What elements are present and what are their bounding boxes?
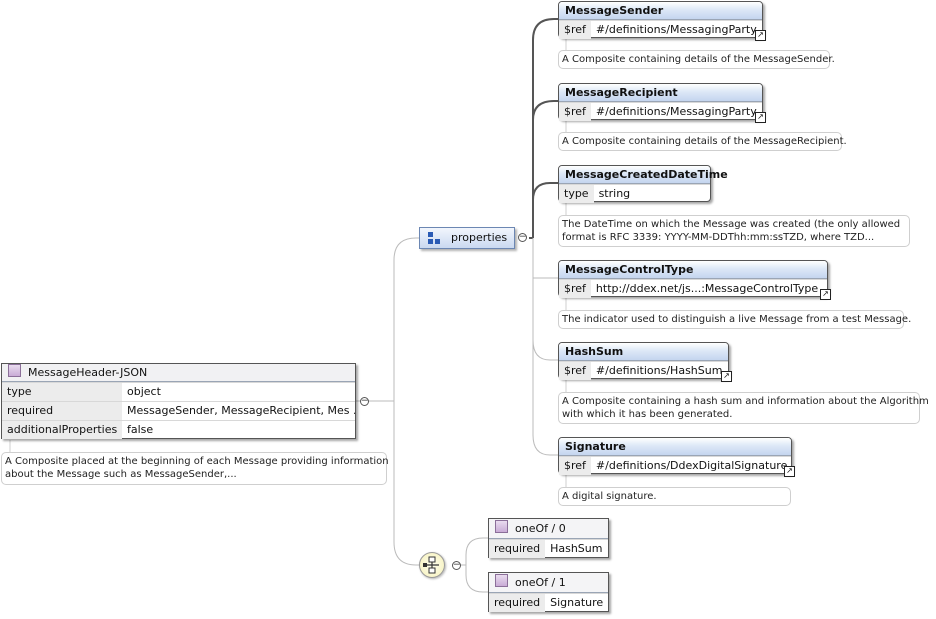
property-name: MessageRecipient	[559, 84, 762, 102]
property-name: Signature	[559, 438, 791, 456]
property-annotation: A digital signature.	[558, 487, 791, 506]
object-icon	[8, 364, 21, 377]
root-annotation: A Composite placed at the beginning of e…	[1, 452, 389, 485]
external-link-icon[interactable]: ↗	[820, 289, 831, 300]
property-annotation: A Composite containing details of the Me…	[558, 50, 835, 69]
root-row-required: required MessageSender, MessageRecipient,…	[2, 401, 355, 420]
property-annotation: A Composite containing details of the Me…	[558, 132, 847, 151]
object-icon	[495, 520, 508, 533]
external-link-icon[interactable]: ↗	[755, 112, 766, 123]
oneof-1-title: oneOf / 1	[515, 576, 566, 589]
property-annotation: The DateTime on which the Message was cr…	[558, 215, 910, 247]
oneof-1-node[interactable]: oneOf / 1 required Signature	[488, 572, 609, 612]
oneof-0-node[interactable]: oneOf / 0 required HashSum	[488, 518, 609, 558]
root-collapse-button[interactable]: −	[360, 397, 369, 406]
external-link-icon[interactable]: ↗	[721, 371, 732, 382]
external-link-icon[interactable]: ↗	[784, 466, 795, 477]
root-node[interactable]: MessageHeader-JSON type object required Me…	[1, 363, 356, 439]
object-icon	[495, 574, 508, 587]
property-name: MessageCreatedDateTime	[559, 166, 728, 184]
oneof-choice-node[interactable]	[419, 552, 445, 578]
property-signature[interactable]: Signature $ref #/definitions/DdexDigitalS…	[558, 437, 795, 477]
property-name: HashSum	[559, 343, 728, 361]
property-name: MessageSender	[559, 2, 762, 20]
property-message-sender[interactable]: MessageSender $ref #/definitions/Messagin…	[558, 1, 766, 41]
root-title: MessageHeader-JSON	[28, 366, 148, 379]
property-message-control-type[interactable]: MessageControlType $ref http://ddex.net/j…	[558, 260, 831, 300]
property-hash-sum[interactable]: HashSum $ref #/definitions/HashSum ↗	[558, 342, 732, 382]
property-name: MessageControlType	[559, 261, 827, 279]
property-message-created-datetime[interactable]: MessageCreatedDateTime type string	[558, 165, 728, 203]
properties-collapse-button[interactable]: −	[518, 233, 527, 242]
root-header: MessageHeader-JSON	[2, 364, 355, 382]
root-row-type: type object	[2, 382, 355, 401]
choice-collapse-button[interactable]: −	[452, 561, 461, 570]
oneof-0-title: oneOf / 0	[515, 522, 566, 535]
property-message-recipient[interactable]: MessageRecipient $ref #/definitions/Messa…	[558, 83, 766, 123]
choice-icon	[423, 556, 439, 574]
property-annotation: A Composite containing a hash sum and in…	[558, 392, 929, 424]
external-link-icon[interactable]: ↗	[755, 30, 766, 41]
root-row-additional: additionalProperties false	[2, 420, 355, 439]
properties-icon	[428, 232, 442, 246]
property-annotation: The indicator used to distinguish a live…	[558, 310, 911, 329]
properties-label: properties	[451, 231, 508, 244]
properties-node[interactable]: properties	[419, 227, 515, 249]
